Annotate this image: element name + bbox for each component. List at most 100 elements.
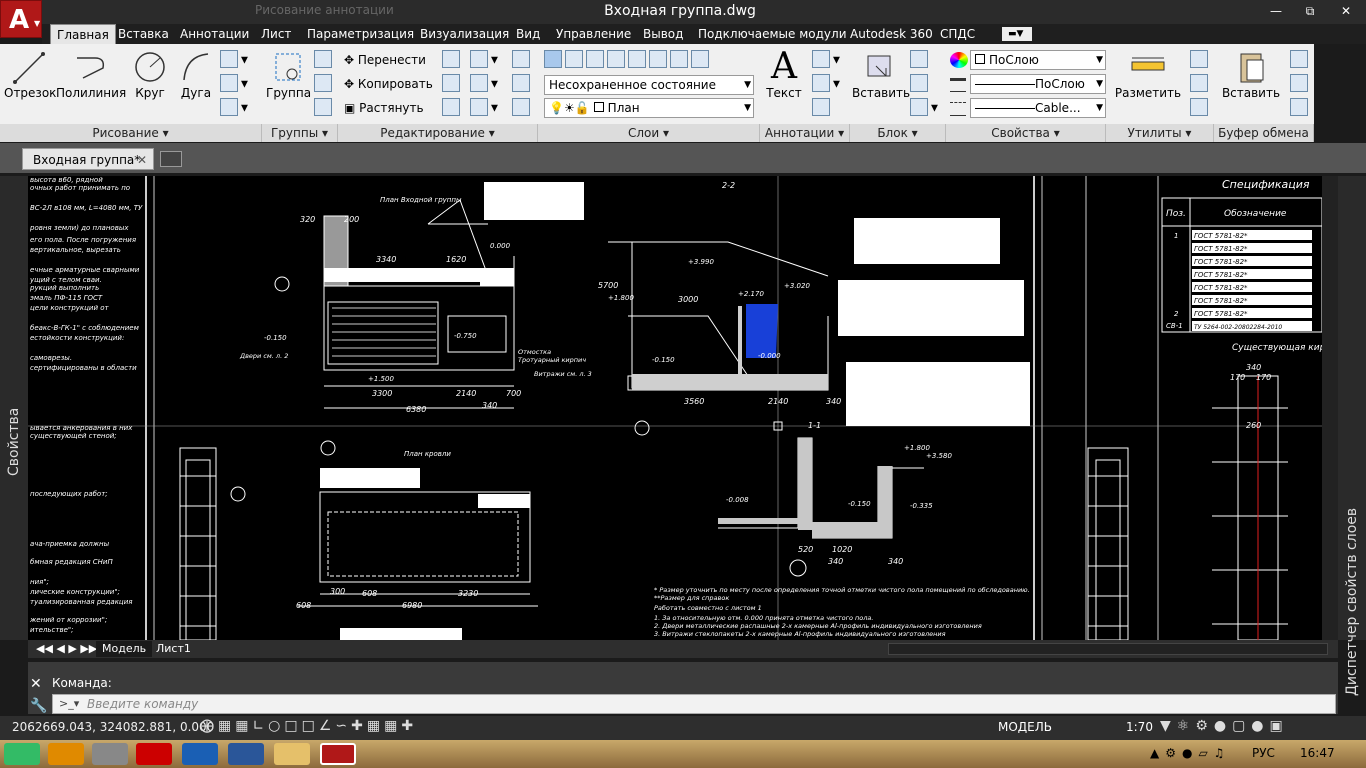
group-select-icon[interactable] [314, 98, 335, 116]
match-props-icon[interactable] [1290, 98, 1311, 116]
leader-icon[interactable]: ▼ [812, 74, 840, 92]
linetype-dropdown[interactable]: Cable... ▼ [970, 98, 1106, 118]
layer-properties-palette[interactable]: Диспетчер свойств слоев [1338, 176, 1366, 696]
layer-lock-icon[interactable] [649, 50, 667, 68]
opera-taskbar-icon[interactable] [136, 743, 172, 765]
table-icon[interactable] [812, 98, 833, 116]
autocad-taskbar-icon[interactable] [320, 743, 356, 765]
vertical-scrollbar[interactable] [1322, 176, 1338, 640]
modify-panel-title[interactable]: Редактирование ▾ [338, 124, 538, 142]
rectangle-icon[interactable]: ▼ [220, 50, 248, 68]
ungroup-icon[interactable] [314, 50, 335, 68]
erase-icon[interactable] [512, 50, 533, 68]
rotate-icon[interactable] [442, 50, 463, 68]
tab-manage[interactable]: Управление [550, 24, 637, 44]
color-dropdown[interactable]: ПоСлою ▼ [970, 50, 1106, 70]
properties-palette[interactable]: Свойства [0, 176, 28, 640]
group-edit-icon[interactable] [314, 74, 335, 92]
edit-block-icon[interactable] [910, 74, 931, 92]
layer-freeze-icon[interactable] [607, 50, 625, 68]
block-attrib-icon[interactable]: ▼ [910, 98, 938, 116]
wrench-icon[interactable]: 🔧 [30, 698, 47, 714]
tab-annotate[interactable]: Аннотации [174, 24, 255, 44]
minimize-icon[interactable]: — [1258, 1, 1294, 21]
close-icon[interactable]: ✕ [1326, 1, 1366, 21]
clock[interactable]: 16:47 [1300, 746, 1335, 760]
measure-button[interactable]: Разметить [1112, 48, 1184, 100]
layout-nav-icons[interactable]: ◀◀ ◀ ▶ ▶▶ [30, 641, 103, 657]
document-tab[interactable]: Входная группа* ✕ [22, 148, 154, 170]
tab-parametric[interactable]: Параметризация [301, 24, 420, 44]
app-menu-button[interactable]: A ▼ [0, 0, 42, 38]
create-block-icon[interactable] [910, 50, 931, 68]
start-button-icon[interactable] [4, 743, 40, 765]
layer-dropdown[interactable]: 💡☀🔓 План ▼ [544, 98, 754, 118]
workspace-toggle-icon[interactable]: ▬▼ [1002, 27, 1032, 41]
copy-clip-icon[interactable] [1290, 74, 1311, 92]
block-panel-title[interactable]: Блок ▾ [850, 124, 946, 142]
tab-model[interactable]: Модель [96, 641, 153, 657]
properties-panel-title[interactable]: Свойства ▾ [946, 124, 1106, 142]
quick-select-icon[interactable] [1190, 50, 1211, 68]
tab-plugins[interactable]: Подключаемые модули [692, 24, 853, 44]
color-wheel-icon[interactable] [950, 52, 968, 68]
horizontal-scrollbar[interactable] [888, 643, 1328, 655]
explode-icon[interactable] [512, 74, 533, 92]
cut-icon[interactable] [1290, 50, 1311, 68]
insert-block-button[interactable]: Вставить [852, 48, 910, 100]
dimension-icon[interactable]: ▼ [812, 50, 840, 68]
new-tab-button[interactable] [160, 151, 182, 167]
fillet-icon[interactable]: ▼ [470, 74, 498, 92]
hatch-icon[interactable]: ▼ [220, 74, 248, 92]
layer-iso-icon[interactable] [586, 50, 604, 68]
layer-match-icon[interactable] [670, 50, 688, 68]
layer-state-icon[interactable] [565, 50, 583, 68]
layer-off-icon[interactable] [628, 50, 646, 68]
layer-walk-icon[interactable] [691, 50, 709, 68]
drawing-canvas[interactable]: План Входной группы 3340 1620 3300 2140 … [28, 176, 1338, 640]
close-command-icon[interactable]: ✕ [30, 676, 42, 692]
tab-layout[interactable]: Лист [255, 24, 297, 44]
annotation-scale[interactable]: 1:70 [1126, 720, 1153, 734]
outlook-taskbar-icon[interactable] [182, 743, 218, 765]
tab-visualize[interactable]: Визуализация [414, 24, 515, 44]
draw-panel-title[interactable]: Рисование ▾ [0, 124, 262, 142]
annotation-panel-title[interactable]: Аннотации ▾ [760, 124, 850, 142]
utilities-panel-title[interactable]: Утилиты ▾ [1106, 124, 1214, 142]
layers-panel-title[interactable]: Слои ▾ [538, 124, 760, 142]
chrome-taskbar-icon[interactable] [48, 743, 84, 765]
polyline-button[interactable]: Полилиния [56, 48, 126, 100]
system-tray-icons[interactable]: ▲⚙●▱♫ [1150, 746, 1230, 760]
stretch-button[interactable]: ▣ Растянуть [344, 98, 424, 118]
trim-icon[interactable]: ▼ [470, 50, 498, 68]
select-all-icon[interactable] [1190, 74, 1211, 92]
arc-button[interactable]: Дуга [176, 48, 216, 100]
tab-view[interactable]: Вид [510, 24, 546, 44]
calculator-taskbar-icon[interactable] [92, 743, 128, 765]
array-icon[interactable]: ▼ [470, 98, 498, 116]
tab-insert[interactable]: Вставка [112, 24, 175, 44]
mirror-icon[interactable] [442, 74, 463, 92]
calculator-icon[interactable] [1190, 98, 1211, 116]
model-space-button[interactable]: МОДЕЛЬ [998, 720, 1052, 734]
tab-spds[interactable]: СПДС [934, 24, 981, 44]
word-taskbar-icon[interactable] [228, 743, 264, 765]
offset-icon[interactable] [512, 98, 533, 116]
tab-output[interactable]: Вывод [637, 24, 689, 44]
tab-sheet1[interactable]: Лист1 [150, 641, 197, 657]
layer-properties-icon[interactable] [544, 50, 562, 68]
line-button[interactable]: Отрезок [4, 48, 56, 100]
layer-state-dropdown[interactable]: Несохраненное состояние листа▼ [544, 75, 754, 110]
explorer-taskbar-icon[interactable] [274, 743, 310, 765]
move-button[interactable]: ✥ Перенести [344, 50, 426, 70]
group-button[interactable]: Группа [266, 48, 311, 100]
copy-button[interactable]: ✥ Копировать [344, 74, 433, 94]
lineweight-dropdown[interactable]: ПоСлою ▼ [970, 74, 1106, 94]
language-indicator[interactable]: РУС [1252, 746, 1275, 760]
text-button[interactable]: A Текст [764, 48, 804, 101]
ellipse-icon[interactable]: ▼ [220, 98, 248, 116]
groups-panel-title[interactable]: Группы ▾ [262, 124, 338, 142]
drafting-toggles[interactable]: ⨁▦▦∟○□□∠∽✚▦▦✚ [200, 718, 417, 734]
circle-button[interactable]: Круг [130, 48, 170, 100]
restore-icon[interactable]: ⧉ [1292, 1, 1328, 21]
